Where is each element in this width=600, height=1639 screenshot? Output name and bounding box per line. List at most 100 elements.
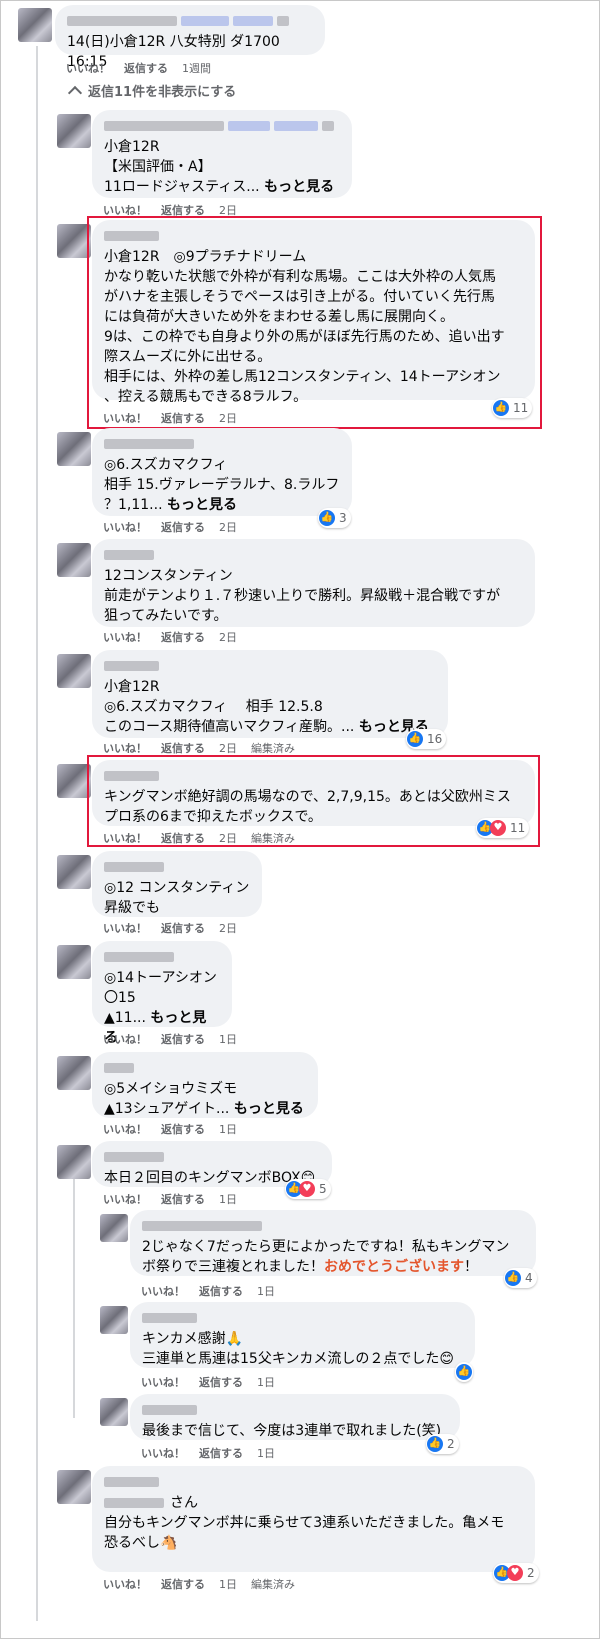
reaction-summary[interactable]: 👍 ♥ 2	[493, 1563, 539, 1583]
avatar[interactable]	[57, 855, 91, 889]
like-button[interactable]: いいね！	[141, 1447, 185, 1460]
reaction-summary[interactable]: 👍 4	[504, 1268, 537, 1288]
mentioned-user[interactable]	[104, 1498, 164, 1508]
author-name[interactable]	[104, 949, 220, 965]
reply-button[interactable]: 返信する	[124, 62, 168, 75]
like-reaction-icon: 👍	[319, 510, 335, 526]
author-name[interactable]	[142, 1218, 524, 1234]
reply-button[interactable]: 返信する	[199, 1447, 243, 1460]
timestamp[interactable]: 1日	[257, 1285, 275, 1298]
avatar[interactable]	[100, 1214, 128, 1242]
reaction-summary[interactable]: 👍	[455, 1362, 473, 1382]
thread-line	[36, 46, 38, 1621]
author-name[interactable]	[104, 859, 250, 875]
like-button[interactable]: いいね！	[103, 631, 147, 644]
like-button[interactable]: いいね！	[103, 521, 147, 534]
like-button[interactable]: いいね！	[66, 62, 110, 75]
comment-actions: いいね！ 返信する 1日 編集済み	[103, 1576, 309, 1592]
reply-button[interactable]: 返信する	[161, 1578, 205, 1591]
author-name[interactable]	[104, 1474, 523, 1490]
timestamp[interactable]: 2日	[219, 521, 237, 534]
reaction-summary[interactable]: 👍 2	[426, 1434, 459, 1454]
timestamp[interactable]: 2日	[219, 922, 237, 935]
avatar[interactable]	[57, 764, 91, 798]
reaction-summary[interactable]: 👍 ♥ 5	[285, 1179, 331, 1199]
comment-bubble: 2じゃなく7だったら更によかったですね！私もキングマン ボ祭りで三連複とれました…	[130, 1210, 536, 1276]
avatar[interactable]	[100, 1306, 128, 1334]
comment-body: 小倉12R ◎6.スズカマクフィ 相手 12.5.8 このコース期待値高いマクフ…	[104, 679, 355, 735]
like-button[interactable]: いいね！	[103, 1578, 147, 1591]
author-name[interactable]	[104, 547, 523, 563]
timestamp[interactable]: 1日	[219, 1033, 237, 1046]
edited-label[interactable]: 編集済み	[251, 742, 295, 755]
author-name[interactable]	[67, 13, 313, 29]
like-button[interactable]: いいね！	[103, 1193, 147, 1206]
reaction-count: 16	[427, 732, 443, 746]
author-name[interactable]	[104, 658, 436, 674]
reply-button[interactable]: 返信する	[161, 521, 205, 534]
avatar[interactable]	[57, 224, 91, 258]
avatar[interactable]	[57, 654, 91, 688]
like-button[interactable]: いいね！	[103, 922, 147, 935]
comment-bubble: ◎12 コンスタンティン 昇級でも	[92, 851, 262, 917]
avatar[interactable]	[57, 1470, 91, 1504]
comment-text: キンカメ感謝🙏 三連単と馬連は15父キンカメ流しの２点でした😊	[142, 1331, 454, 1367]
hide-replies-toggle[interactable]: 返信11件を非表示にする	[66, 81, 236, 101]
reply-button[interactable]: 返信する	[161, 922, 205, 935]
like-button[interactable]: いいね！	[103, 1123, 147, 1136]
timestamp[interactable]: 1日	[257, 1376, 275, 1389]
thread-line	[73, 1178, 75, 1418]
see-more-link[interactable]: もっと見る	[264, 179, 334, 195]
comment-bubble: ◎14トーアシオン 〇15 ▲11... もっと見る	[92, 941, 232, 1046]
reply-button[interactable]: 返信する	[199, 1376, 243, 1389]
comment-text: ◎12 コンスタンティン 昇級でも	[104, 880, 250, 916]
avatar[interactable]	[57, 432, 91, 466]
reaction-summary[interactable]: 👍 16	[406, 729, 447, 749]
comment-bubble: 12コンスタンティン 前走がテンより１.７秒速い上りで勝利。昇級戦＋混合戦ですが…	[92, 539, 535, 627]
reply-button[interactable]: 返信する	[161, 1193, 205, 1206]
comment-body: ◎5メイショウミズモ ▲13シュアゲイト...	[104, 1081, 238, 1117]
comment-bubble: 14(日)小倉12R 八女特別 ダ1700 16:15	[55, 5, 325, 70]
author-name[interactable]	[104, 436, 340, 452]
author-name[interactable]	[142, 1310, 463, 1326]
like-button[interactable]: いいね！	[141, 1285, 185, 1298]
reply-button[interactable]: 返信する	[161, 742, 205, 755]
timestamp[interactable]: 1日	[219, 1123, 237, 1136]
timestamp[interactable]: 1日	[219, 1578, 237, 1591]
like-button[interactable]: いいね！	[141, 1376, 185, 1389]
author-name[interactable]	[104, 1060, 306, 1076]
timestamp[interactable]: 2日	[219, 742, 237, 755]
avatar[interactable]	[18, 8, 52, 42]
avatar[interactable]	[57, 114, 91, 148]
comment-bubble: さん 自分もキングマンボ丼に乗らせて3連系いただきました。亀メモ 恐るべし🐴	[92, 1466, 535, 1572]
avatar[interactable]	[100, 1398, 128, 1426]
timestamp[interactable]: 1週間	[182, 62, 211, 75]
see-more-link[interactable]: もっと見る	[167, 497, 237, 513]
avatar[interactable]	[57, 1056, 91, 1090]
edited-label[interactable]: 編集済み	[251, 1578, 295, 1591]
highlight-box	[87, 755, 540, 847]
comment-actions: いいね！ 返信する 1日	[103, 1121, 251, 1137]
author-name[interactable]	[104, 1149, 320, 1165]
like-button[interactable]: いいね！	[103, 1033, 147, 1046]
reply-button[interactable]: 返信する	[161, 631, 205, 644]
timestamp[interactable]: 1日	[257, 1447, 275, 1460]
author-name[interactable]	[104, 118, 340, 134]
reply-button[interactable]: 返信する	[161, 1123, 205, 1136]
see-more-link[interactable]: もっと見る	[234, 1101, 304, 1117]
timestamp[interactable]: 1日	[219, 1193, 237, 1206]
comment-text: ◎6.スズカマクフィ 相手 15.ヴァレーデラルナ、8.ラルフ ？1,11...…	[104, 455, 340, 515]
comment-bubble: 小倉12R ◎6.スズカマクフィ 相手 12.5.8 このコース期待値高いマクフ…	[92, 650, 448, 738]
comment-text: 12コンスタンティン 前走がテンより１.７秒速い上りで勝利。昇級戦＋混合戦ですが…	[104, 568, 501, 624]
like-button[interactable]: いいね！	[103, 742, 147, 755]
reply-button[interactable]: 返信する	[199, 1285, 243, 1298]
timestamp[interactable]: 2日	[219, 631, 237, 644]
avatar[interactable]	[57, 945, 91, 979]
author-name[interactable]	[142, 1402, 448, 1418]
reaction-summary[interactable]: 👍 3	[318, 508, 351, 528]
avatar[interactable]	[57, 1145, 91, 1179]
avatar[interactable]	[57, 543, 91, 577]
reaction-count: 5	[319, 1182, 327, 1196]
comment-actions: いいね！ 返信する 1週間	[66, 60, 225, 76]
reply-button[interactable]: 返信する	[161, 1033, 205, 1046]
